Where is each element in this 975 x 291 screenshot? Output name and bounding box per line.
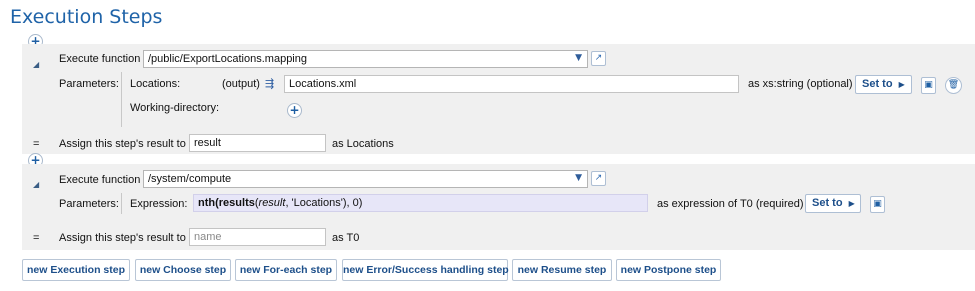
- collapse-icon[interactable]: ◢: [33, 180, 39, 189]
- assign-as-label: as T0: [332, 232, 360, 244]
- parameters-divider: [121, 193, 122, 214]
- new-resume-step-button[interactable]: new Resume step: [512, 259, 612, 281]
- function-select[interactable]: /public/ExportLocations.mapping ▼: [143, 50, 588, 68]
- new-execution-step-button[interactable]: new Execution step: [22, 259, 130, 281]
- add-param-button[interactable]: +: [287, 103, 302, 118]
- parameters-divider: [121, 72, 122, 127]
- chevron-down-icon: ▼: [575, 53, 582, 63]
- output-icon[interactable]: ⇶: [265, 77, 274, 90]
- assign-equals-icon: =: [33, 232, 40, 244]
- execute-function-label: Execute function: [59, 174, 141, 186]
- new-postpone-step-button[interactable]: new Postpone step: [616, 259, 721, 281]
- expression-type-label: as expression of T0 (required): [657, 198, 804, 210]
- save-icon[interactable]: ▣: [921, 77, 936, 94]
- expr-var: result: [258, 197, 286, 209]
- function-select-value: /system/compute: [148, 173, 232, 185]
- expr-str: , 'Locations': [285, 197, 343, 209]
- expr-inner-fn: results: [218, 197, 255, 209]
- param-name-working-directory: Working-directory:: [130, 102, 220, 114]
- assign-label: Assign this step's result to: [59, 138, 186, 150]
- collapse-icon[interactable]: ◢: [33, 60, 39, 69]
- new-error-success-handling-step-button[interactable]: new Error/Success handling step: [342, 259, 509, 281]
- assign-equals-icon: =: [33, 138, 40, 150]
- parameters-label: Parameters:: [59, 198, 119, 210]
- expression-input[interactable]: nth(results(result, 'Locations'), 0): [193, 194, 648, 212]
- param-mode-output: (output): [222, 78, 260, 90]
- new-choose-step-button[interactable]: new Choose step: [135, 259, 231, 281]
- triangle-right-icon: ▶: [848, 199, 855, 208]
- set-to-button[interactable]: Set to ▶: [805, 194, 861, 213]
- open-function-icon[interactable]: ↗: [591, 171, 606, 186]
- set-to-label: Set to: [812, 197, 843, 209]
- trash-icon[interactable]: 🗑: [945, 77, 962, 94]
- expr-fn: nth: [198, 197, 216, 209]
- page-title: Execution Steps: [10, 6, 163, 28]
- param-name-locations: Locations:: [130, 78, 181, 90]
- assign-result-input[interactable]: result: [189, 134, 326, 152]
- function-select[interactable]: /system/compute ▼: [143, 170, 588, 188]
- save-icon[interactable]: ▣: [870, 196, 885, 213]
- assign-label: Assign this step's result to: [59, 232, 186, 244]
- set-to-label: Set to: [862, 78, 893, 90]
- set-to-button[interactable]: Set to ▶: [855, 75, 912, 94]
- param-type-label: as xs:string (optional): [748, 78, 853, 90]
- new-for-each-step-button[interactable]: new For-each step: [235, 259, 337, 281]
- chevron-down-icon: ▼: [575, 173, 582, 183]
- expression-label: Expression:: [130, 198, 188, 210]
- expr-tail: ), 0): [342, 197, 363, 209]
- assign-result-input[interactable]: name: [189, 228, 326, 246]
- open-function-icon[interactable]: ↗: [591, 51, 606, 66]
- parameters-label: Parameters:: [59, 78, 119, 90]
- assign-as-label: as Locations: [332, 138, 394, 150]
- function-select-value: /public/ExportLocations.mapping: [148, 53, 307, 65]
- triangle-right-icon: ▶: [898, 80, 905, 89]
- execute-function-label: Execute function: [59, 53, 141, 65]
- locations-input[interactable]: Locations.xml: [284, 75, 739, 93]
